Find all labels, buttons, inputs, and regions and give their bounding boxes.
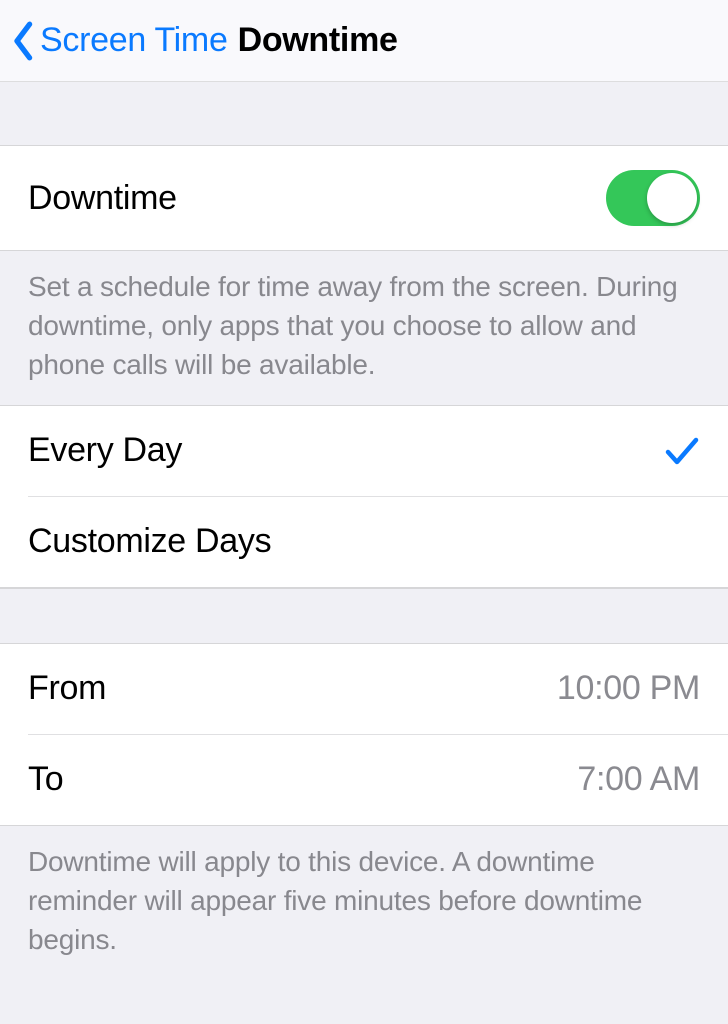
to-time-row[interactable]: To 7:00 AM <box>0 735 728 825</box>
back-chevron-icon[interactable] <box>10 20 38 62</box>
section-spacer <box>0 588 728 644</box>
from-label: From <box>28 669 106 708</box>
downtime-apply-description: Downtime will apply to this device. A do… <box>0 826 728 980</box>
toggle-knob <box>647 173 697 223</box>
from-value: 10:00 PM <box>557 669 700 708</box>
nav-bar: Screen Time Downtime <box>0 0 728 82</box>
from-time-row[interactable]: From 10:00 PM <box>0 644 728 734</box>
downtime-toggle-row: Downtime <box>0 146 728 250</box>
back-button-label[interactable]: Screen Time <box>40 21 228 60</box>
downtime-toggle-label: Downtime <box>28 179 177 218</box>
to-label: To <box>28 760 63 799</box>
checkmark-icon <box>664 434 700 468</box>
downtime-toggle[interactable] <box>606 170 700 226</box>
customize-days-label: Customize Days <box>28 522 271 561</box>
page-title: Downtime <box>238 21 398 60</box>
every-day-label: Every Day <box>28 431 182 470</box>
every-day-row[interactable]: Every Day <box>0 406 728 496</box>
section-spacer <box>0 82 728 146</box>
downtime-description: Set a schedule for time away from the sc… <box>0 251 728 405</box>
customize-days-row[interactable]: Customize Days <box>0 497 728 587</box>
to-value: 7:00 AM <box>577 760 700 799</box>
